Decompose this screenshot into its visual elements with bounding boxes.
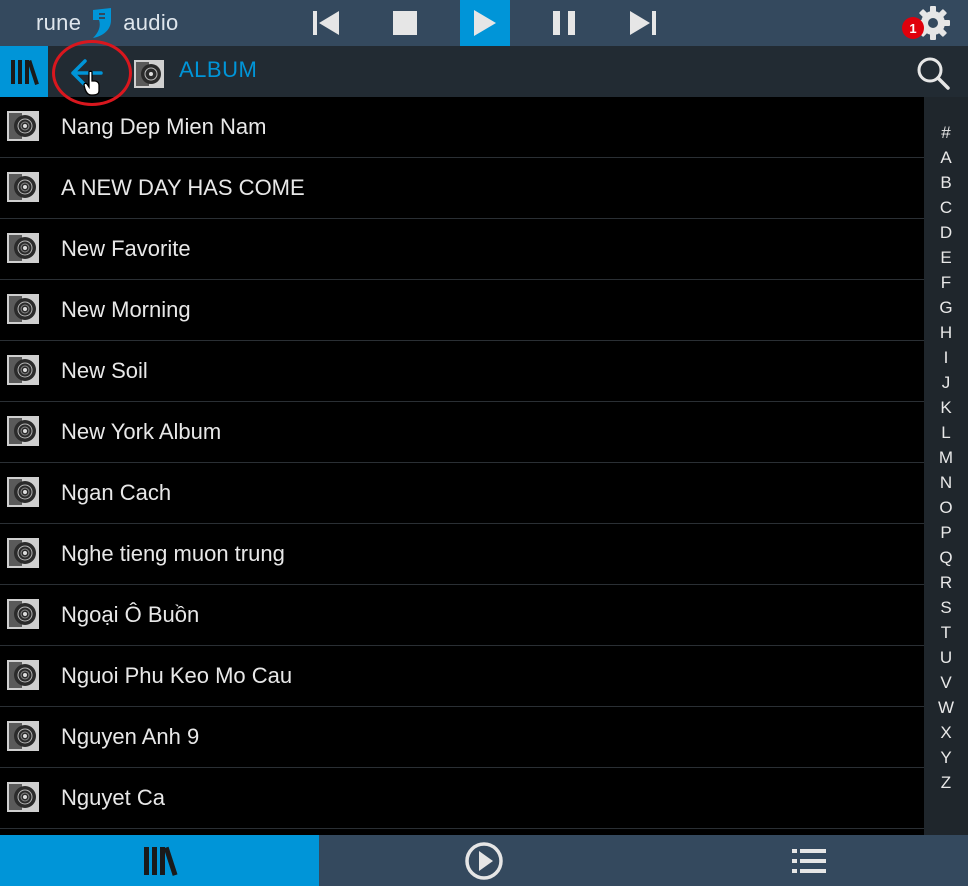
notification-badge: 1 <box>902 17 924 39</box>
index-letter[interactable]: E <box>924 248 968 268</box>
logo-text-right: audio <box>123 10 179 35</box>
tab-playlist[interactable] <box>649 835 968 886</box>
index-letter[interactable]: R <box>924 573 968 593</box>
album-title: New Favorite <box>61 236 191 261</box>
album-icon <box>7 233 39 263</box>
album-icon <box>7 599 39 629</box>
previous-button[interactable] <box>301 0 351 46</box>
album-title: A NEW DAY HAS COME <box>61 175 305 200</box>
play-button[interactable] <box>460 0 510 46</box>
index-letter[interactable]: S <box>924 598 968 618</box>
index-letter[interactable]: O <box>924 498 968 518</box>
index-letter[interactable]: M <box>924 448 968 468</box>
list-icon <box>791 848 826 873</box>
index-letter[interactable]: H <box>924 323 968 343</box>
pause-button[interactable] <box>539 0 589 46</box>
album-list: Nang Dep Mien Nam A NEW DAY HAS COME New F… <box>0 97 924 829</box>
pause-icon <box>553 11 575 35</box>
index-letter[interactable]: L <box>924 423 968 443</box>
album-icon <box>7 477 39 507</box>
breadcrumb-album[interactable]: ALBUM <box>179 57 257 83</box>
album-icon <box>7 721 39 751</box>
album-icon <box>7 660 39 690</box>
album-title: Ngoại Ô Buồn <box>61 602 200 627</box>
index-letter[interactable]: D <box>924 223 968 243</box>
index-letter[interactable]: G <box>924 298 968 318</box>
album-icon <box>7 416 39 446</box>
next-button[interactable] <box>618 0 668 46</box>
search-button[interactable] <box>916 54 950 92</box>
library-home-button[interactable] <box>0 46 48 97</box>
skip-next-icon <box>630 11 656 35</box>
album-title: New York Album <box>61 419 222 444</box>
album-icon <box>7 782 39 812</box>
album-title: Nghe tieng muon trung <box>61 541 285 566</box>
index-letter[interactable]: Y <box>924 748 968 768</box>
top-bar: rune audio 1 <box>0 0 968 46</box>
album-icon <box>7 111 39 141</box>
index-letter[interactable]: B <box>924 173 968 193</box>
album-row[interactable]: Nguoi Phu Keo Mo Cau <box>0 646 924 707</box>
index-letter[interactable]: K <box>924 398 968 418</box>
stop-button[interactable] <box>380 0 430 46</box>
tab-playback[interactable] <box>319 835 649 886</box>
logo-mark-icon <box>93 8 112 38</box>
album-row[interactable]: New York Album <box>0 402 924 463</box>
logo-text-left: rune <box>36 10 82 35</box>
album-icon <box>7 294 39 324</box>
play-circle-icon <box>465 841 503 880</box>
index-letter[interactable]: J <box>924 373 968 393</box>
album-icon <box>7 172 39 202</box>
album-row[interactable]: Ngoại Ô Buồn <box>0 585 924 646</box>
library-icon <box>143 846 177 876</box>
album-icon <box>7 538 39 568</box>
index-letter[interactable]: A <box>924 148 968 168</box>
index-letter[interactable]: T <box>924 623 968 643</box>
app-logo: rune audio <box>36 6 179 40</box>
library-icon <box>11 59 39 85</box>
album-title: Nguyen Anh 9 <box>61 724 200 749</box>
index-letter[interactable]: I <box>924 348 968 368</box>
album-row[interactable]: Nang Dep Mien Nam <box>0 97 924 158</box>
album-row[interactable]: Nguyet Ca <box>0 768 924 829</box>
album-row[interactable]: Ngan Cach <box>0 463 924 524</box>
index-letter[interactable]: V <box>924 673 968 693</box>
album-row[interactable]: New Morning <box>0 280 924 341</box>
album-title: Nguyet Ca <box>61 785 165 810</box>
index-letter[interactable]: W <box>924 698 968 718</box>
album-row[interactable]: New Soil <box>0 341 924 402</box>
album-title: Ngan Cach <box>61 480 172 505</box>
album-row[interactable]: New Favorite <box>0 219 924 280</box>
album-title: New Soil <box>61 358 148 383</box>
alphabet-index: # A B C D E F G H I J K L M N O P Q R S T U V W X Y Z <box>924 97 968 835</box>
album-icon <box>7 355 39 385</box>
index-letter[interactable]: C <box>924 198 968 218</box>
index-letter[interactable]: Q <box>924 548 968 568</box>
index-letter[interactable]: # <box>924 123 968 143</box>
index-letter[interactable]: P <box>924 523 968 543</box>
stop-icon <box>393 11 417 35</box>
tab-library[interactable] <box>0 835 319 886</box>
index-letter[interactable]: Z <box>924 773 968 793</box>
index-letter[interactable]: N <box>924 473 968 493</box>
album-icon <box>134 60 164 88</box>
bottom-nav <box>0 835 968 886</box>
album-row[interactable]: Nguyen Anh 9 <box>0 707 924 768</box>
play-icon <box>474 10 496 36</box>
album-title: New Morning <box>61 297 191 322</box>
search-icon <box>917 57 950 90</box>
hand-cursor-icon <box>83 70 100 96</box>
skip-previous-icon <box>313 11 339 35</box>
index-letter[interactable]: F <box>924 273 968 293</box>
index-letter[interactable]: U <box>924 648 968 668</box>
album-title: Nang Dep Mien Nam <box>61 114 267 139</box>
album-row[interactable]: Nghe tieng muon trung <box>0 524 924 585</box>
index-letter[interactable]: X <box>924 723 968 743</box>
album-title: Nguoi Phu Keo Mo Cau <box>61 663 293 688</box>
album-row[interactable]: A NEW DAY HAS COME <box>0 158 924 219</box>
